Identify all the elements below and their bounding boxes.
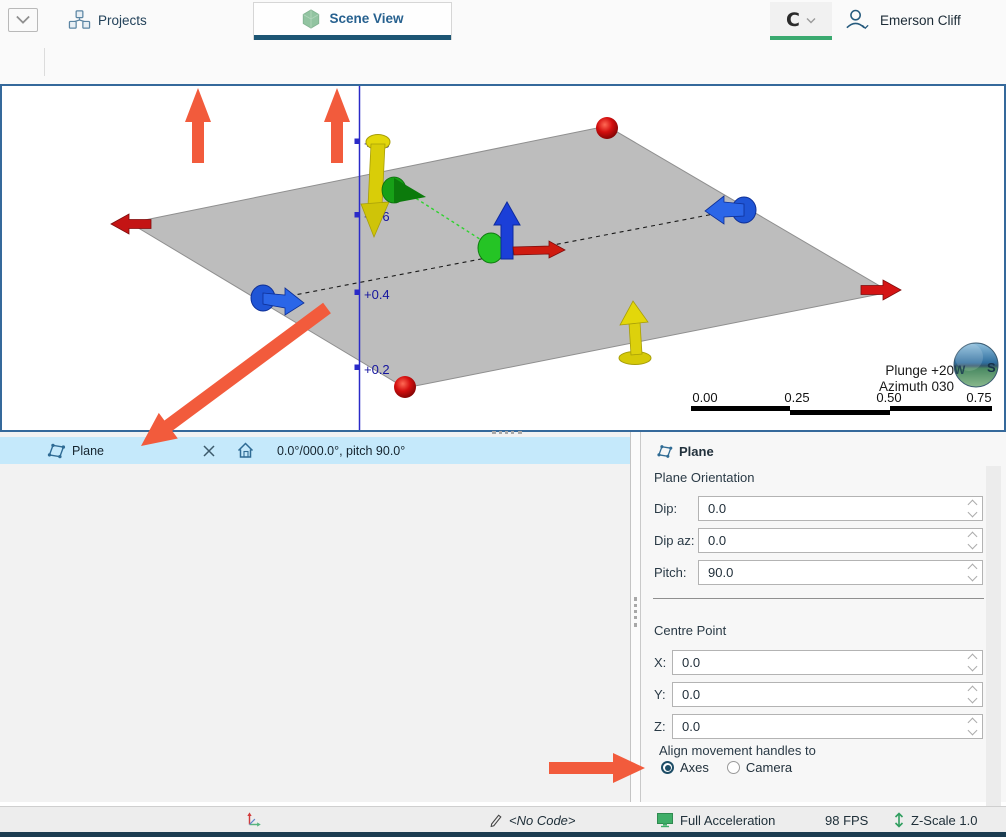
y-input[interactable] <box>673 683 971 706</box>
moving-plane-icon <box>46 441 66 461</box>
collapse-ribbon-button[interactable] <box>8 8 38 32</box>
plane-properties-panel: Plane Plane Orientation Dip: Dip az: Pit… <box>640 432 1006 802</box>
z-scale-indicator: Z-Scale 1.0 <box>893 807 977 833</box>
z-field[interactable] <box>672 714 983 739</box>
dip-az-input[interactable] <box>699 529 971 552</box>
z-spinner[interactable] <box>965 717 979 737</box>
panel-scrollbar[interactable] <box>986 466 1001 826</box>
moving-plane-icon <box>656 443 673 460</box>
chevron-down-icon <box>13 13 33 27</box>
compass-w-label: W <box>954 363 966 377</box>
central-connect-button[interactable]: C <box>770 2 832 38</box>
tab-projects-label: Projects <box>98 13 147 28</box>
window-bottom-strip <box>0 832 1006 837</box>
compass-ball[interactable]: W S <box>954 343 998 387</box>
axes-indicator <box>245 807 263 833</box>
corner-sphere-south[interactable] <box>394 376 416 398</box>
dip-az-label: Dip az: <box>654 533 694 548</box>
pitch-spinner[interactable] <box>965 563 979 583</box>
section-divider <box>653 598 984 599</box>
dip-az-field[interactable] <box>698 528 983 553</box>
application-window: Projects Scene View C <box>0 0 1006 837</box>
radio-camera[interactable] <box>727 761 740 774</box>
axis-tick-label: +0.2 <box>364 362 390 377</box>
acceleration-indicator: Full Acceleration <box>656 807 775 833</box>
scene-toolbar: Look <box>0 40 1006 84</box>
centre-disc-green[interactable] <box>478 233 504 263</box>
z-input[interactable] <box>673 715 971 738</box>
align-options: Axes Camera <box>661 760 792 775</box>
user-name: Emerson Cliff <box>880 13 961 28</box>
user-menu[interactable]: Emerson Cliff <box>843 6 961 34</box>
scene-canvas: +0.8 +0.6 +0.4 +0.2 <box>2 86 1004 430</box>
corner-sphere-north[interactable] <box>596 117 618 139</box>
fps-label: 98 FPS <box>825 813 868 828</box>
dip-input[interactable] <box>699 497 971 520</box>
shape-list-panel: Plane 0.0°/000.0°, pitch 90.0° <box>0 432 631 802</box>
code-label: <No Code> <box>509 813 576 828</box>
plunge-label: Plunge +20 <box>885 363 954 378</box>
panel-title: Plane <box>656 443 714 460</box>
reset-home-icon[interactable] <box>236 441 255 460</box>
centre-point-heading: Centre Point <box>654 623 726 638</box>
scale-tick-label: 0.00 <box>692 390 717 405</box>
tab-scene-view[interactable]: Scene View <box>253 2 452 40</box>
horizontal-splitter-handle[interactable] <box>492 431 522 437</box>
scale-tick-label: 0.25 <box>784 390 809 405</box>
compass-s-label: S <box>987 360 996 375</box>
y-label: Y: <box>654 687 666 702</box>
chevron-down-icon <box>806 17 816 24</box>
align-option-axes[interactable]: Axes <box>661 760 709 775</box>
pitch-field[interactable] <box>698 560 983 585</box>
align-heading: Align movement handles to <box>659 743 816 758</box>
y-spinner[interactable] <box>965 685 979 705</box>
radio-axes-label: Axes <box>680 760 709 775</box>
z-label: Z: <box>654 719 666 734</box>
x-spinner[interactable] <box>965 653 979 673</box>
align-option-camera[interactable]: Camera <box>727 760 792 775</box>
scene-hexagon-icon <box>301 8 321 30</box>
x-label: X: <box>654 655 666 670</box>
dip-label: Dip: <box>654 501 677 516</box>
radio-camera-label: Camera <box>746 760 792 775</box>
monitor-icon <box>656 812 674 829</box>
dip-field[interactable] <box>698 496 983 521</box>
shape-row-orientation: 0.0°/000.0°, pitch 90.0° <box>277 444 405 458</box>
orientation-heading: Plane Orientation <box>654 470 754 485</box>
pitch-label: Pitch: <box>654 565 687 580</box>
y-field[interactable] <box>672 682 983 707</box>
axes-icon <box>245 811 263 829</box>
fps-indicator: 98 FPS <box>825 807 868 833</box>
toolbar-divider <box>44 48 45 76</box>
z-scale-arrows-icon <box>893 811 905 829</box>
tab-projects[interactable]: Projects <box>68 8 147 32</box>
axis-tick-label: +0.4 <box>364 287 390 302</box>
remove-shape-icon[interactable] <box>202 444 216 458</box>
z-scale-label: Z-Scale 1.0 <box>911 813 977 828</box>
panel-title-label: Plane <box>679 444 714 459</box>
top-tab-bar: Projects Scene View C <box>0 0 1006 41</box>
scale-tick-label: 0.75 <box>966 390 991 405</box>
status-bar: <No Code> Full Acceleration 98 FPS Z-Sca… <box>0 806 1006 833</box>
x-field[interactable] <box>672 650 983 675</box>
pitch-input[interactable] <box>699 561 971 584</box>
user-icon <box>843 7 872 33</box>
tab-scene-view-label: Scene View <box>329 11 403 26</box>
dip-az-spinner[interactable] <box>965 531 979 551</box>
x-input[interactable] <box>673 651 971 674</box>
central-logo: C <box>786 9 800 31</box>
shape-list-row-plane[interactable]: Plane 0.0°/000.0°, pitch 90.0° <box>0 437 630 464</box>
pencil-icon <box>489 812 503 829</box>
code-indicator: <No Code> <box>489 807 576 833</box>
dip-spinner[interactable] <box>965 499 979 519</box>
scene-viewport[interactable]: +0.8 +0.6 +0.4 +0.2 <box>0 84 1006 432</box>
scale-tick-label: 0.50 <box>876 390 901 405</box>
projects-cubes-icon <box>68 9 91 31</box>
radio-axes[interactable] <box>661 761 674 774</box>
shape-row-label: Plane <box>72 444 104 458</box>
acceleration-label: Full Acceleration <box>680 813 775 828</box>
